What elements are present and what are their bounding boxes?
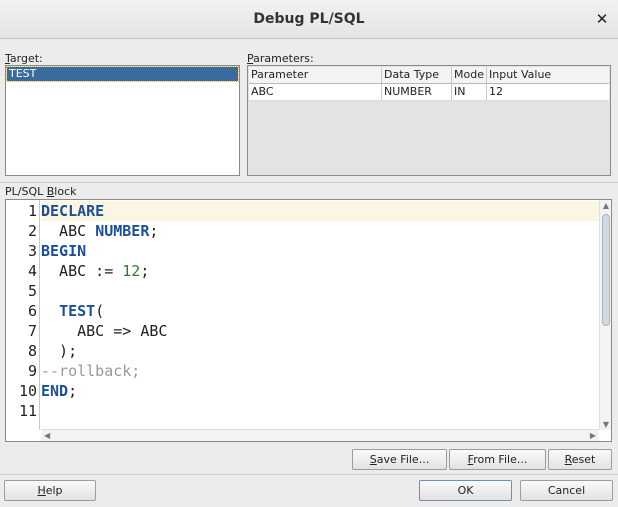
code-token: ABC => ABC	[41, 322, 168, 340]
cancel-button[interactable]: Cancel	[520, 480, 613, 501]
divider	[0, 182, 618, 183]
code-token: (	[95, 302, 105, 320]
code-token: ;	[68, 382, 78, 400]
line-number: 2	[27, 222, 37, 240]
from-file-button[interactable]: From File...	[449, 449, 546, 470]
code-token: TEST	[59, 302, 96, 320]
line-number: 7	[27, 322, 37, 340]
code-token: 12	[122, 262, 141, 280]
line-number: 9	[27, 362, 37, 380]
column-header-data-type[interactable]: Data Type	[382, 67, 452, 83]
scroll-down-icon[interactable]: ▼	[600, 420, 611, 429]
line-number: 8	[27, 342, 37, 360]
target-list-item[interactable]: TEST	[6, 66, 239, 82]
scroll-up-icon[interactable]: ▲	[600, 201, 611, 210]
code-line[interactable]: BEGIN	[41, 241, 599, 261]
parameters-table[interactable]: Parameter Data Type Mode Input Value ABC…	[247, 65, 611, 176]
code-token: ;	[140, 262, 150, 280]
parameters-header-row: Parameter Data Type Mode Input Value	[249, 67, 609, 84]
plsql-code-editor[interactable]: 1 2 3 4 5 6 7 8 9 10 11 DECLARE ABC NUMBER; BEGIN A…	[5, 199, 612, 442]
code-line[interactable]	[41, 281, 599, 301]
help-button[interactable]: Help	[4, 480, 96, 501]
line-number: 4	[27, 262, 37, 280]
save-file-button[interactable]: Save File...	[352, 449, 447, 470]
column-header-mode[interactable]: Mode	[452, 67, 487, 83]
code-token: END	[41, 382, 69, 400]
code-token: --rollback;	[41, 362, 141, 380]
line-number: 1	[27, 202, 37, 220]
title-bar: Debug PL/SQL ✕	[0, 0, 618, 39]
code-token: ABC	[41, 222, 96, 240]
ok-button[interactable]: OK	[419, 480, 512, 501]
code-token: );	[41, 342, 78, 360]
column-header-input-value[interactable]: Input Value	[487, 67, 609, 83]
target-label: Target:	[5, 52, 43, 65]
line-number: 6	[27, 302, 37, 320]
code-token: ;	[149, 222, 159, 240]
scrollbar-thumb[interactable]	[602, 214, 610, 326]
plsql-block-label: PL/SQL Block	[5, 185, 77, 198]
code-line[interactable]: ABC := 12;	[41, 261, 599, 281]
code-token: DECLARE	[41, 202, 105, 220]
reset-button[interactable]: Reset	[548, 449, 612, 470]
vertical-scrollbar[interactable]: ▲ ▼	[599, 200, 611, 430]
target-list[interactable]: TEST	[5, 65, 240, 176]
window-title: Debug PL/SQL	[253, 11, 365, 27]
divider	[0, 474, 618, 475]
parameters-label: Parameters:	[247, 52, 314, 65]
code-line[interactable]: );	[41, 341, 599, 361]
scroll-right-icon[interactable]: ▶	[590, 430, 596, 441]
cell-parameter: ABC	[249, 84, 382, 100]
cell-input-value[interactable]: 12	[487, 84, 609, 100]
close-icon[interactable]: ✕	[594, 10, 610, 28]
line-number: 5	[27, 282, 37, 300]
line-number-gutter: 1 2 3 4 5 6 7 8 9 10 11	[6, 200, 40, 430]
horizontal-scrollbar[interactable]: ◀ ▶	[41, 429, 599, 441]
line-number: 10	[18, 382, 37, 400]
code-line[interactable]: ABC NUMBER;	[41, 221, 599, 241]
code-line[interactable]: TEST(	[41, 301, 599, 321]
column-header-parameter[interactable]: Parameter	[249, 67, 382, 83]
code-line[interactable]: DECLARE	[41, 201, 599, 221]
code-token: BEGIN	[41, 242, 87, 260]
line-number: 3	[27, 242, 37, 260]
code-area[interactable]: DECLARE ABC NUMBER; BEGIN ABC := 12; TEST…	[41, 200, 599, 430]
code-line[interactable]: ABC => ABC	[41, 321, 599, 341]
cell-data-type: NUMBER	[382, 84, 452, 100]
scroll-left-icon[interactable]: ◀	[44, 430, 50, 441]
code-line[interactable]	[41, 401, 599, 421]
code-line[interactable]: END;	[41, 381, 599, 401]
table-row[interactable]: ABC NUMBER IN 12	[249, 84, 609, 101]
code-line[interactable]: --rollback;	[41, 361, 599, 381]
code-token: NUMBER	[95, 222, 150, 240]
cell-mode: IN	[452, 84, 487, 100]
line-number: 11	[18, 402, 37, 420]
code-token: ABC :=	[41, 262, 123, 280]
